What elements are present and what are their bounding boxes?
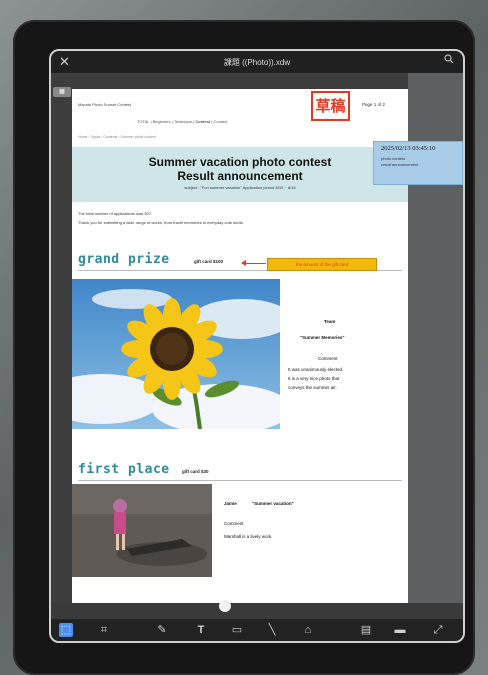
nav-item[interactable]: TOTAL: [137, 119, 149, 124]
page-scroll-track[interactable]: [51, 603, 463, 619]
nav-item[interactable]: Beginners: [153, 119, 171, 124]
grand-prize-gift: gift card $100: [194, 259, 224, 264]
subject-line: subject : "Fun summer vacation" Applicat…: [184, 185, 296, 190]
thumbnail-tab[interactable]: ▦: [53, 87, 71, 97]
window-title: 課題 ((Photo)).xdw: [223, 58, 291, 67]
first-place-heading: first place: [78, 462, 170, 477]
nav-item[interactable]: Contact: [214, 119, 228, 124]
beach-image: [72, 484, 212, 577]
page-subtitle: Result announcement: [177, 169, 303, 183]
grand-prize-work: "Summer Memories": [300, 335, 345, 340]
site-name: Macato Photo Sunset Contest: [78, 102, 132, 107]
first-place-gift: gift card $30: [182, 469, 209, 474]
page-title: Summer vacation photo contest: [148, 155, 332, 169]
highlight-tool-icon[interactable]: ▬: [393, 623, 407, 637]
pen-tool-icon[interactable]: ✎: [155, 623, 169, 637]
intro-text: Thank you for submitting a wide range of…: [78, 220, 244, 225]
comment-line: It is a very nice photo that: [288, 376, 340, 381]
callout-note[interactable]: the amount of the gift card: [267, 258, 377, 271]
grand-prize-heading: grand prize: [78, 252, 170, 267]
arrow-annotation[interactable]: [244, 263, 266, 264]
annotation-timestamp: 2025/02/13 03:45:10: [381, 145, 436, 152]
annotation-toolbar: ⬚ ⌗ ✎ T ▭ ╲ ⌂ ▤ ▬ ⤢: [51, 619, 463, 641]
grand-prize-winner: Team: [324, 319, 336, 324]
app-screen: ✕ 課題 ((Photo)).xdw ▦ Macato Photo Sunset…: [49, 49, 465, 643]
comment-line: It was unanimously elected.: [288, 367, 344, 372]
page-scrubber-handle[interactable]: [219, 600, 231, 612]
comment-label: Comment: [318, 356, 338, 361]
expand-icon[interactable]: ⤢: [431, 623, 445, 637]
nav-item-active[interactable]: Contest: [195, 119, 210, 124]
line-tool-icon[interactable]: ╲: [265, 623, 279, 637]
sticky-note-annotation[interactable]: 2025/02/13 03:45:10 photo contest result…: [373, 141, 463, 185]
document-page: Macato Photo Sunset Contest 草稿 Page 1 of…: [72, 89, 408, 603]
intro-text: The total number of applications was 307…: [78, 211, 153, 216]
page-tool-icon[interactable]: ▤: [359, 623, 373, 637]
select-tool-icon[interactable]: ⬚: [59, 623, 73, 637]
beach-photo: [72, 484, 212, 577]
first-place-work: "Summer vacation": [252, 501, 294, 506]
sunflower-image: [72, 279, 280, 429]
title-bar: ✕ 課題 ((Photo)).xdw: [51, 51, 463, 73]
rectangle-tool-icon[interactable]: ▭: [230, 623, 244, 637]
annotation-text: result announcement: [381, 162, 419, 167]
title-banner: Summer vacation photo contest Result ann…: [72, 147, 408, 202]
page-indicator: Page 1 of 2: [362, 102, 386, 107]
comment-label: Comment: [224, 521, 244, 526]
divider: [78, 480, 402, 481]
stamp-tool-icon[interactable]: ⌂: [301, 623, 315, 637]
first-place-winner: Jamie: [224, 501, 237, 506]
comment-line: Marshall is a lively work.: [224, 534, 273, 539]
annotation-text: photo contest: [381, 156, 406, 161]
breadcrumb: Home › Topics › Contents › Summer photo …: [78, 135, 156, 139]
search-icon[interactable]: [444, 54, 454, 64]
draft-stamp[interactable]: 草稿: [311, 91, 350, 121]
comment-line: conveys the summer air.: [288, 385, 337, 390]
text-tool-icon[interactable]: T: [194, 623, 208, 637]
crop-tool-icon[interactable]: ⌗: [97, 623, 111, 637]
sunflower-photo: [72, 279, 280, 429]
nav-item[interactable]: Technique: [174, 119, 192, 124]
site-nav: TOTAL | Beginners | Technique | Contest …: [137, 119, 228, 124]
